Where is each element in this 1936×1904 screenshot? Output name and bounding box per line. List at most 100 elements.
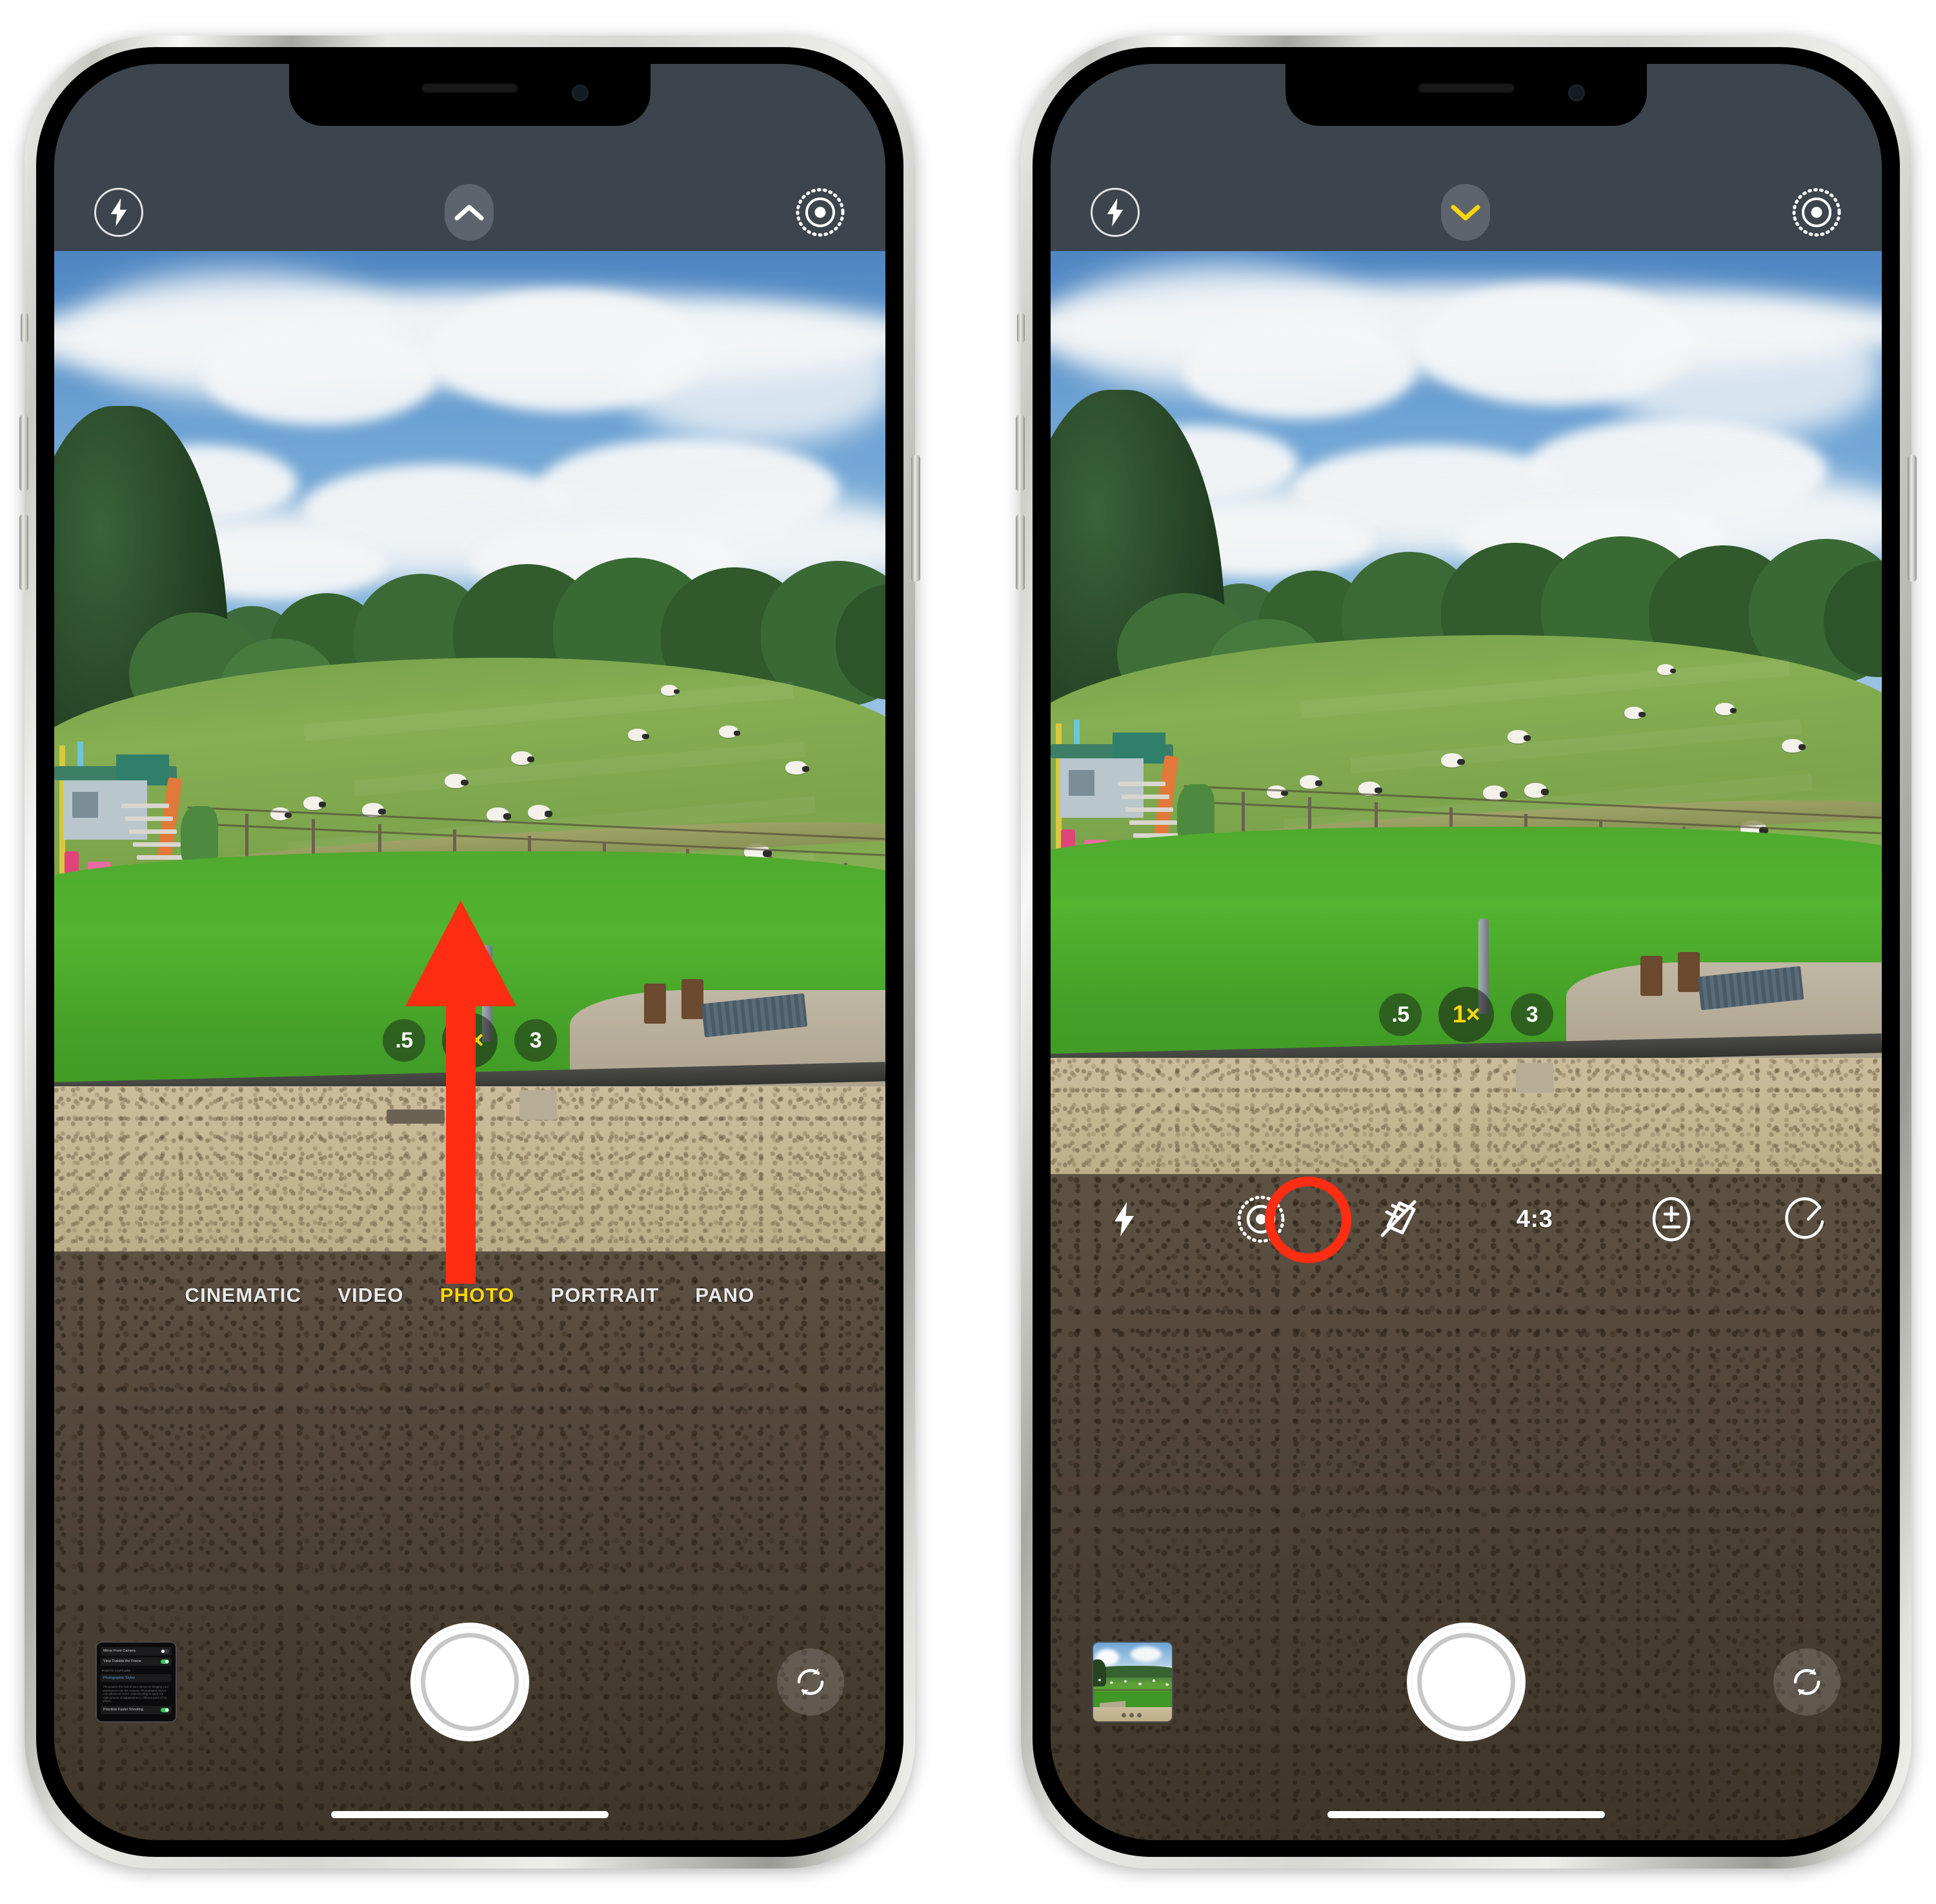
sheep bbox=[719, 725, 741, 738]
extra-controls-row: 4:3 bbox=[1051, 1180, 1882, 1258]
flash-icon[interactable] bbox=[94, 188, 143, 237]
mode-pano[interactable]: PANO bbox=[695, 1284, 754, 1307]
sheep bbox=[445, 774, 469, 788]
chevron-up-icon[interactable] bbox=[445, 184, 494, 241]
zoom-option-3[interactable]: 3 bbox=[514, 1019, 557, 1062]
photo-library-thumbnail[interactable] bbox=[1092, 1641, 1173, 1723]
front-camera-icon bbox=[1568, 85, 1585, 101]
zoom-option-0.5[interactable]: .5 bbox=[1379, 993, 1422, 1036]
exposure-button[interactable] bbox=[1640, 1188, 1702, 1250]
sheep bbox=[1715, 703, 1737, 715]
settings-screenshot: Mirror Front Camera View Outside the Fra… bbox=[97, 1643, 176, 1721]
phone-right: .5 1× 3 4:3 bbox=[1016, 35, 1917, 1869]
volume-down-button[interactable] bbox=[1016, 514, 1025, 591]
zoom-controls-right[interactable]: .5 1× 3 bbox=[1051, 987, 1882, 1042]
mode-portrait[interactable]: PORTRAIT bbox=[550, 1284, 659, 1307]
shutter-row-left: Mirror Front Camera View Outside the Fra… bbox=[54, 1621, 885, 1743]
photographic-styles-button[interactable] bbox=[1367, 1188, 1429, 1250]
gravel-drive bbox=[1051, 1058, 1882, 1174]
volume-up-button[interactable] bbox=[1016, 415, 1025, 491]
phone-right-screen: .5 1× 3 4:3 bbox=[1051, 64, 1882, 1840]
toggle-on bbox=[161, 1707, 169, 1712]
sheep bbox=[1482, 785, 1507, 800]
camera-top-controls bbox=[1051, 180, 1882, 245]
volume-down-button[interactable] bbox=[19, 514, 28, 591]
fence-post bbox=[245, 814, 249, 860]
sheep bbox=[1266, 785, 1288, 798]
setting-description: Personalize the look of your photos by b… bbox=[103, 1685, 169, 1703]
camera-top-controls bbox=[54, 180, 885, 245]
phone-right-bezel: .5 1× 3 4:3 bbox=[1033, 47, 1900, 1857]
mode-cinematic[interactable]: CINEMATIC bbox=[185, 1284, 302, 1307]
sheep bbox=[1657, 664, 1677, 675]
patio-chair bbox=[1678, 952, 1700, 992]
section-header: PHOTO CAPTURE bbox=[102, 1669, 131, 1672]
flash-icon[interactable] bbox=[1091, 188, 1140, 237]
chevron-down-icon[interactable] bbox=[1441, 184, 1490, 241]
phone-left-screen: .5 1× 3 CINEMATIC VIDEO PHOTO PORTRAIT P… bbox=[54, 64, 885, 1840]
camera-bottom-bar-right: 4:3 bbox=[1051, 1174, 1882, 1840]
sheep bbox=[627, 729, 649, 741]
power-button[interactable] bbox=[1908, 455, 1917, 582]
camera-bottom-bar-left: CINEMATIC VIDEO PHOTO PORTRAIT PANO Mirr… bbox=[54, 1251, 885, 1840]
aspect-ratio-button[interactable]: 4:3 bbox=[1504, 1188, 1566, 1250]
sheep bbox=[1441, 753, 1466, 767]
comparison-figure: .5 1× 3 CINEMATIC VIDEO PHOTO PORTRAIT P… bbox=[0, 0, 1936, 1904]
aspect-ratio-label: 4:3 bbox=[1516, 1205, 1553, 1233]
photo-thumbnail-image bbox=[1093, 1643, 1172, 1721]
list-item: Mirror Front Camera bbox=[101, 1647, 172, 1656]
zoom-option-1x[interactable]: 1× bbox=[1438, 987, 1494, 1042]
sheep bbox=[661, 685, 680, 696]
notch bbox=[1286, 64, 1647, 126]
sheep bbox=[511, 751, 535, 765]
live-photo-icon[interactable] bbox=[795, 187, 845, 238]
toggle-on bbox=[161, 1659, 169, 1664]
timer-button[interactable] bbox=[1777, 1188, 1839, 1250]
mode-video[interactable]: VIDEO bbox=[338, 1284, 403, 1307]
setting-label: Mirror Front Camera bbox=[103, 1649, 136, 1654]
swipe-up-arrow-annotation bbox=[405, 900, 516, 1284]
zoom-option-3[interactable]: 3 bbox=[1511, 993, 1553, 1036]
sheep bbox=[1782, 739, 1806, 753]
shutter-button[interactable] bbox=[410, 1623, 529, 1741]
list-item: View Outside the Frame bbox=[101, 1657, 172, 1666]
viewfinder-right[interactable]: .5 1× 3 bbox=[1051, 251, 1882, 1174]
photographic-styles-link: Photographic Styles bbox=[103, 1676, 135, 1680]
front-camera-icon bbox=[572, 85, 589, 101]
sheep bbox=[785, 761, 810, 775]
flash-toggle-button[interactable] bbox=[1093, 1188, 1155, 1250]
notch bbox=[289, 64, 650, 126]
phone-left: .5 1× 3 CINEMATIC VIDEO PHOTO PORTRAIT P… bbox=[19, 35, 920, 1869]
home-indicator[interactable] bbox=[331, 1811, 609, 1818]
earpiece-speaker bbox=[421, 83, 518, 93]
sheep bbox=[303, 796, 327, 810]
bottom-bar-texture bbox=[54, 1251, 885, 1840]
list-item: Prioritize Faster Shooting bbox=[101, 1705, 172, 1714]
sheep bbox=[1300, 775, 1323, 789]
sheep bbox=[270, 807, 292, 820]
flip-camera-button[interactable] bbox=[1773, 1648, 1840, 1716]
shutter-button[interactable] bbox=[1407, 1623, 1526, 1741]
power-button[interactable] bbox=[911, 455, 920, 582]
photo-library-thumbnail[interactable]: Mirror Front Camera View Outside the Fra… bbox=[96, 1641, 177, 1723]
sheep bbox=[1524, 783, 1549, 798]
list-item: Photographic Styles bbox=[101, 1674, 172, 1682]
planter bbox=[519, 1090, 558, 1120]
mute-switch[interactable] bbox=[21, 313, 28, 343]
mode-photo[interactable]: PHOTO bbox=[440, 1284, 515, 1307]
sheep bbox=[1507, 730, 1531, 744]
planter bbox=[1516, 1063, 1554, 1093]
flip-camera-button[interactable] bbox=[777, 1648, 844, 1716]
setting-label: View Outside the Frame bbox=[103, 1659, 141, 1664]
setting-label: Prioritize Faster Shooting bbox=[103, 1707, 143, 1712]
home-indicator[interactable] bbox=[1327, 1811, 1605, 1818]
volume-up-button[interactable] bbox=[19, 415, 28, 491]
sheep bbox=[1624, 707, 1646, 719]
phone-left-bezel: .5 1× 3 CINEMATIC VIDEO PHOTO PORTRAIT P… bbox=[36, 47, 903, 1857]
earpiece-speaker bbox=[1418, 83, 1515, 93]
live-photo-icon[interactable] bbox=[1791, 187, 1842, 238]
shutter-row-right bbox=[1051, 1621, 1882, 1743]
sheep bbox=[528, 805, 553, 820]
mute-switch[interactable] bbox=[1017, 313, 1025, 343]
photographic-styles-highlight-ring bbox=[1265, 1177, 1351, 1263]
